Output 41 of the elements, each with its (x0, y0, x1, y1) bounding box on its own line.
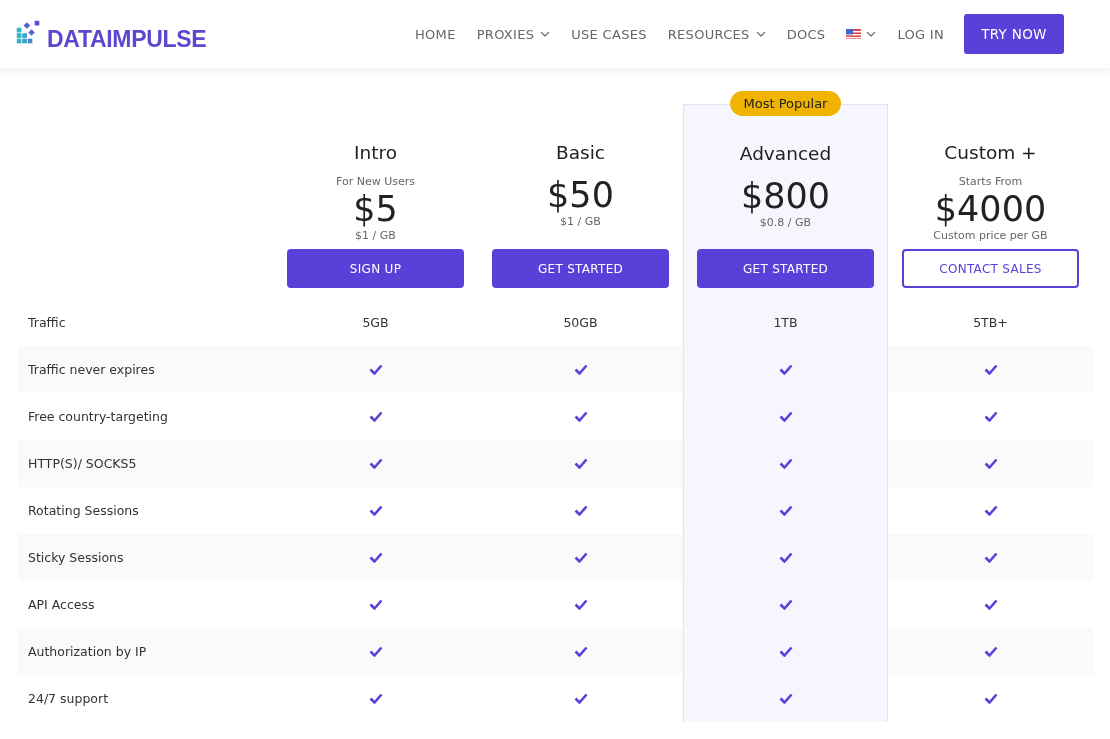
feature-label: Rotating Sessions (28, 503, 139, 518)
plan-button[interactable]: GET STARTED (697, 249, 874, 288)
plan-name: Basic (556, 142, 605, 163)
plan-price: $4000 (934, 189, 1047, 229)
plan-name: Advanced (739, 143, 832, 164)
table-cell: 1TB (773, 315, 798, 330)
plan-price: $50 (547, 175, 614, 215)
logo-text[interactable]: DATAIMPULSE (47, 28, 207, 51)
nav-link[interactable]: RESOURCES (667, 26, 766, 42)
feature-label: Authorization by IP (28, 644, 147, 659)
plan-subtitle: For New Users (336, 175, 415, 188)
feature-label: Sticky Sessions (28, 550, 124, 565)
table-cell: 5GB (362, 315, 389, 330)
nav-link[interactable]: DOCS (786, 26, 826, 42)
nav-link[interactable]: PROXIES (476, 26, 551, 42)
plan-subtitle: Starts From (958, 175, 1023, 188)
nav-link[interactable]: LOG IN (897, 26, 944, 42)
price-per-gb: $1 / GB (355, 229, 396, 242)
table-cell: 5TB+ (973, 315, 1008, 330)
nav-link[interactable]: HOME (415, 26, 456, 42)
feature-label: 24/7 support (28, 691, 109, 706)
popular-badge: Most Popular (729, 91, 842, 116)
feature-label: HTTP(S)/ SOCKS5 (28, 456, 137, 471)
price-per-gb: Custom price per GB (933, 229, 1048, 242)
price-per-gb: $0.8 / GB (759, 216, 812, 229)
table-cell: 50GB (563, 315, 598, 330)
price-per-gb: $1 / GB (560, 215, 601, 228)
feature-label: Traffic (28, 315, 66, 330)
plan-name: Custom + (944, 142, 1037, 163)
plan-button[interactable]: SIGN UP (287, 249, 464, 288)
plan-name: Intro (354, 142, 397, 163)
feature-label: Traffic never expires (28, 362, 155, 377)
nav-link[interactable]: USE CASES (571, 26, 647, 42)
plan-price: $800 (740, 176, 831, 216)
feature-label: API Access (28, 597, 95, 612)
try-now-button[interactable]: TRY NOW (964, 14, 1064, 54)
feature-label: Free country-targeting (28, 409, 168, 424)
plan-price: $5 (353, 189, 398, 229)
plan-button[interactable]: GET STARTED (492, 249, 669, 288)
flag-icon[interactable] (846, 29, 862, 39)
plan-button[interactable]: CONTACT SALES (902, 249, 1079, 288)
